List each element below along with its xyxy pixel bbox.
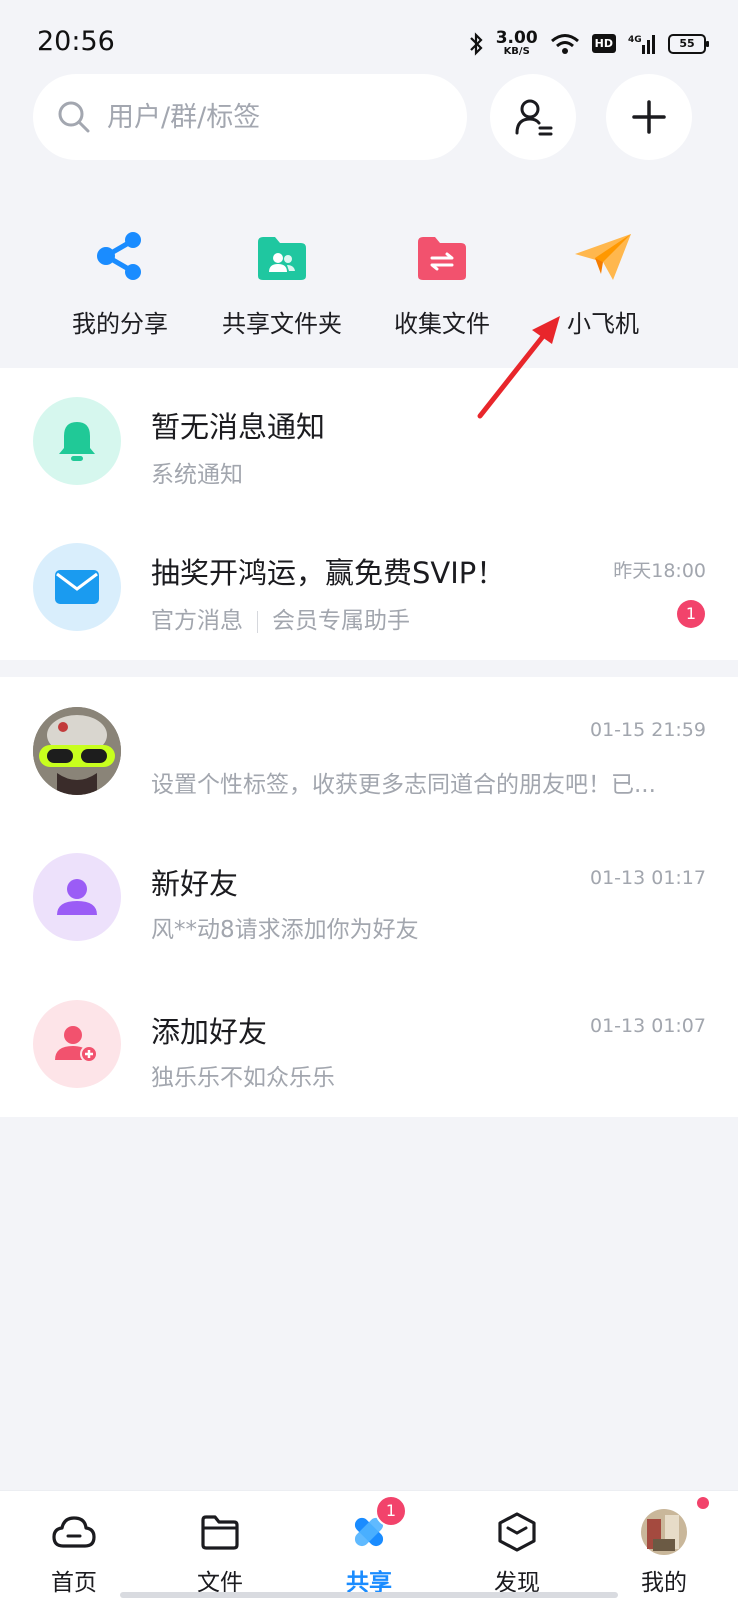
bell-icon	[59, 422, 95, 461]
quick-action-shared-folder[interactable]: 共享文件夹	[197, 220, 367, 339]
item-subtitle: 设置个性标签，收获更多志同道合的朋友吧！已...	[151, 772, 656, 798]
quick-action-label: 共享文件夹	[222, 310, 342, 338]
tab-label: 首页	[51, 1570, 97, 1596]
item-subtitle: 风**动8请求添加你为好友	[151, 917, 419, 943]
shared-folder-icon	[258, 237, 306, 280]
mail-icon	[55, 570, 99, 604]
item-title: 添加好友	[151, 1015, 268, 1049]
contacts-icon	[515, 99, 553, 136]
person-icon	[57, 879, 97, 915]
folder-icon	[201, 1515, 239, 1550]
tab-share[interactable]: 1 共享	[309, 1495, 429, 1597]
quick-action-label: 我的分享	[72, 310, 168, 338]
item-subtitle: 系统通知	[151, 462, 243, 488]
quick-actions: 我的分享 共享文件夹 收集文件 小飞机	[0, 220, 738, 370]
divider	[257, 610, 258, 633]
item-title: 新好友	[151, 867, 239, 901]
add-button[interactable]	[606, 74, 692, 160]
bell-avatar	[33, 397, 121, 485]
hd-icon: HD	[591, 34, 616, 53]
item-title: 暂无消息通知	[151, 410, 326, 444]
subtitle-assistant: 会员专属助手	[272, 608, 410, 634]
quick-action-collect-files[interactable]: 收集文件	[357, 220, 527, 339]
wifi-icon	[550, 33, 579, 54]
item-time: 01-13 01:07	[589, 1015, 706, 1037]
subtitle-source: 官方消息	[151, 608, 243, 634]
quick-action-label: 收集文件	[394, 310, 490, 338]
new-friend-avatar	[33, 853, 121, 941]
item-time: 01-13 01:17	[589, 867, 706, 889]
messages-card: 01-15 21:59 设置个性标签，收获更多志同道合的朋友吧！已... 新好友…	[0, 677, 738, 1117]
list-item-official-message[interactable]: 抽奖开鸿运，赢免费SVIP！ 昨天18:00 官方消息 会员专属助手 1	[0, 514, 738, 654]
item-time: 昨天18:00	[613, 560, 706, 582]
cloud-icon	[52, 1516, 96, 1548]
bottom-tab-bar: 首页 文件 1 共享 发现 我的	[0, 1490, 738, 1601]
collect-folder-icon	[418, 237, 466, 280]
list-item-new-friend[interactable]: 新好友 01-13 01:17 风**动8请求添加你为好友	[0, 825, 738, 965]
tab-home[interactable]: 首页	[14, 1509, 134, 1597]
home-indicator	[120, 1592, 618, 1598]
quick-action-paper-plane[interactable]: 小飞机	[518, 220, 688, 339]
notification-dot	[697, 1497, 709, 1509]
unread-badge: 1	[677, 600, 705, 628]
plus-icon	[632, 100, 666, 134]
item-subtitle: 独乐乐不如众乐乐	[151, 1065, 335, 1091]
bluetooth-icon	[469, 31, 483, 56]
svg-text:4G: 4G	[628, 35, 642, 45]
notifications-card: 暂无消息通知 系统通知 抽奖开鸿运，赢免费SVIP！ 昨天18:00 官方消息 会…	[0, 368, 738, 660]
battery-icon: 55	[668, 33, 709, 54]
quick-action-my-share[interactable]: 我的分享	[35, 220, 205, 339]
list-item-system-notice[interactable]: 暂无消息通知 系统通知	[0, 368, 738, 508]
quick-action-label: 小飞机	[567, 310, 639, 338]
list-item-user-chat[interactable]: 01-15 21:59 设置个性标签，收获更多志同道合的朋友吧！已...	[0, 677, 738, 817]
item-time: 01-15 21:59	[589, 719, 706, 741]
tab-files[interactable]: 文件	[160, 1509, 280, 1597]
cube-icon	[498, 1512, 536, 1552]
status-time: 20:56	[37, 26, 115, 57]
paper-plane-icon	[575, 234, 631, 280]
mail-avatar	[33, 543, 121, 631]
item-title: 抽奖开鸿运，赢免费SVIP！	[151, 556, 506, 590]
tab-label: 我的	[641, 1570, 687, 1596]
tab-badge: 1	[375, 1495, 407, 1527]
tab-discover[interactable]: 发现	[457, 1509, 577, 1597]
list-item-add-friend[interactable]: 添加好友 01-13 01:07 独乐乐不如众乐乐	[0, 973, 738, 1113]
share-icon	[97, 232, 141, 280]
contacts-button[interactable]	[490, 74, 576, 160]
search-input[interactable]	[105, 100, 409, 134]
add-person-icon	[55, 1026, 98, 1063]
tab-me[interactable]: 我的	[604, 1497, 724, 1597]
add-friend-avatar	[33, 1000, 121, 1088]
cell-signal-icon: 4G	[628, 34, 655, 54]
user-avatar	[33, 707, 121, 795]
net-speed: 3.00 KB/S	[495, 28, 538, 57]
search-bar[interactable]	[33, 74, 467, 160]
system-icons: 3.00 KB/S HD 4G 55	[468, 28, 709, 57]
profile-avatar	[641, 1509, 687, 1555]
user-photo	[33, 707, 121, 795]
search-icon	[58, 101, 90, 133]
item-subtitle: 官方消息 会员专属助手	[151, 601, 410, 635]
